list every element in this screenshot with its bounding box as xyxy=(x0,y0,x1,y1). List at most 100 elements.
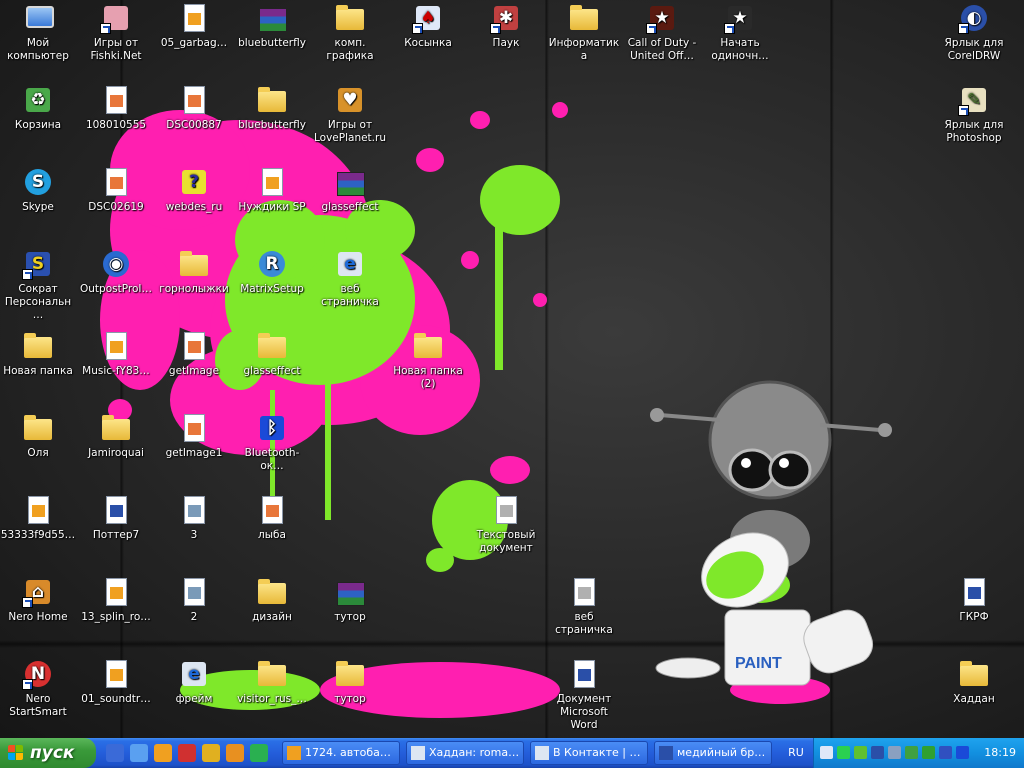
desktop-icon[interactable]: bluebutterfly xyxy=(234,2,310,50)
desktop-icon[interactable]: Music-fY83… xyxy=(78,330,154,378)
image-file-icon xyxy=(178,412,210,444)
clock[interactable]: 18:19 xyxy=(984,738,1016,768)
desktop-icon[interactable]: 53333f9d55… xyxy=(0,494,76,542)
taskbar-button[interactable]: медийный бр… xyxy=(654,741,772,765)
tray-eye-icon[interactable] xyxy=(922,746,935,759)
desktop-icon-label: getImage xyxy=(168,365,220,377)
shortcut-arrow-icon xyxy=(958,105,969,116)
tray-checkmark-icon[interactable] xyxy=(854,746,867,759)
desktop-icon[interactable]: Документ Microsoft Word xyxy=(546,658,622,732)
desktop-icon[interactable]: glasseffect xyxy=(312,166,388,214)
tray-antivirus-icon[interactable] xyxy=(871,746,884,759)
desktop-icon[interactable]: glasseffect xyxy=(234,330,310,378)
desktop-icon[interactable]: ♠ Косынка xyxy=(390,2,466,50)
desktop-icon[interactable]: ★ Call of Duty - United Off… xyxy=(624,2,700,63)
shortcut-arrow-icon xyxy=(412,23,423,34)
desktop-icon[interactable]: Нуждики SP xyxy=(234,166,310,214)
desktop-icon[interactable]: Новая папка xyxy=(0,330,76,378)
opera-icon[interactable] xyxy=(178,744,196,762)
desktop-icon[interactable]: Игры от Fishki.Net xyxy=(78,2,154,63)
desktop-icon[interactable]: тутор xyxy=(312,658,388,706)
word-document-icon xyxy=(958,576,990,608)
taskbar-button[interactable]: Хаддан: roma… xyxy=(406,741,524,765)
desktop-icon[interactable]: тутор xyxy=(312,576,388,624)
internet-explorer-icon[interactable] xyxy=(130,744,148,762)
language-indicator[interactable]: RU xyxy=(783,738,809,768)
tray-connection-icon[interactable] xyxy=(905,746,918,759)
messenger-icon[interactable] xyxy=(202,744,220,762)
desktop-icon[interactable]: Информатика xyxy=(546,2,622,63)
desktop-icon[interactable]: e фрейм xyxy=(156,658,232,706)
desktop-icon[interactable]: Поттер7 xyxy=(78,494,154,542)
tray-monitor-icon[interactable] xyxy=(888,746,901,759)
desktop-icon[interactable]: 3 xyxy=(156,494,232,542)
spider-solitaire-icon: ✱ xyxy=(490,2,522,34)
desktop-icon[interactable]: ? webdes_ru xyxy=(156,166,232,214)
desktop-icon[interactable]: ★ Начать одиночн… xyxy=(702,2,778,63)
tray-network-icon[interactable] xyxy=(837,746,850,759)
desktop-icon[interactable]: Оля xyxy=(0,412,76,460)
desktop-icon[interactable]: visitor_rus_… xyxy=(234,658,310,706)
tray-security-icon[interactable] xyxy=(939,746,952,759)
desktop-icon-label: Мой компьютер xyxy=(7,37,69,62)
desktop-icon[interactable]: getImage1 xyxy=(156,412,232,460)
desktop-icon[interactable]: S Сократ Персональн… xyxy=(0,248,76,322)
tray-arrow-icon[interactable] xyxy=(820,746,833,759)
folder-icon xyxy=(334,658,366,690)
start-button[interactable]: пуск xyxy=(0,738,96,768)
desktop-icon[interactable]: Текстовый документ xyxy=(468,494,544,555)
desktop-icon[interactable]: Хаддан xyxy=(936,658,1012,706)
desktop-icon[interactable]: 01_soundtr… xyxy=(78,658,154,706)
desktop-icon-label: 05_garbag… xyxy=(160,37,228,49)
desktop-icon[interactable]: DSC00887 xyxy=(156,84,232,132)
desktop-icon-label: bluebutterfly xyxy=(238,119,306,131)
globe-icon[interactable] xyxy=(250,744,268,762)
desktop-icon[interactable]: 108010555 xyxy=(78,84,154,132)
desktop-icon[interactable]: DSC02619 xyxy=(78,166,154,214)
desktop-icon[interactable]: горнолыжки xyxy=(156,248,232,296)
desktop-icon[interactable]: R MatrixSetup xyxy=(234,248,310,296)
desktop-icon[interactable]: ◐ Ярлык для CorelDRW xyxy=(936,2,1012,63)
desktop-icon[interactable]: веб страничка xyxy=(546,576,622,637)
desktop-icon[interactable]: bluebutterfly xyxy=(234,84,310,132)
desktop-icon[interactable]: e веб страничка xyxy=(312,248,388,309)
desktop-icon[interactable]: дизайн xyxy=(234,576,310,624)
desktop-icon[interactable]: 2 xyxy=(156,576,232,624)
winamp-icon[interactable] xyxy=(226,744,244,762)
tray-bluetooth-icon[interactable] xyxy=(956,746,969,759)
svg-text:PAINT: PAINT xyxy=(735,655,782,672)
desktop-icon[interactable]: ✎ Ярлык для Photoshop xyxy=(936,84,1012,145)
desktop-icon[interactable]: Мой компьютер xyxy=(0,2,76,63)
ie-task-icon xyxy=(535,746,549,760)
desktop-icon[interactable]: S Skype xyxy=(0,166,76,214)
desktop-icon[interactable]: 13_splin_ro… xyxy=(78,576,154,624)
desktop-icon[interactable]: лыба xyxy=(234,494,310,542)
desktop-icon[interactable]: ᛒ Bluetooth-ок… xyxy=(234,412,310,473)
winrar-archive-icon xyxy=(334,166,366,198)
desktop-icon[interactable]: getImage xyxy=(156,330,232,378)
taskbar-button[interactable]: 1724. автоба… xyxy=(282,741,400,765)
desktop: PAINT Мой компьютер Игры от Fishki.Net 05_… xyxy=(0,0,1024,738)
taskbar-button[interactable]: В Контакте | … xyxy=(530,741,648,765)
desktop-icon-label: 53333f9d55… xyxy=(0,529,76,541)
internet-explorer-icon: e xyxy=(178,658,210,690)
desktop-icon[interactable]: ⌂ Nero Home xyxy=(0,576,76,624)
desktop-icon-label: Паук xyxy=(492,37,520,49)
desktop-icon[interactable]: Новая папка (2) xyxy=(390,330,466,391)
image-file-icon xyxy=(256,494,288,526)
media-player-icon[interactable] xyxy=(154,744,172,762)
desktop-icon[interactable]: комп. графика xyxy=(312,2,388,63)
show-desktop-icon[interactable] xyxy=(106,744,124,762)
desktop-icon[interactable]: Jamiroquai xyxy=(78,412,154,460)
desktop-icon[interactable]: ♥ Игры от LovePlanet.ru xyxy=(312,84,388,145)
desktop-icon[interactable]: N Nero StartSmart xyxy=(0,658,76,719)
desktop-icon[interactable]: ◉ OutpostProI… xyxy=(78,248,154,296)
desktop-icon[interactable]: ГКРФ xyxy=(936,576,1012,624)
desktop-icon[interactable]: 05_garbag… xyxy=(156,2,232,50)
shortcut-arrow-icon xyxy=(22,679,33,690)
desktop-icon[interactable]: ✱ Паук xyxy=(468,2,544,50)
folder-icon xyxy=(256,330,288,362)
system-tray: 18:19 xyxy=(813,738,1024,768)
winamp-file-icon xyxy=(178,2,210,34)
desktop-icon[interactable]: ♻ Корзина xyxy=(0,84,76,132)
